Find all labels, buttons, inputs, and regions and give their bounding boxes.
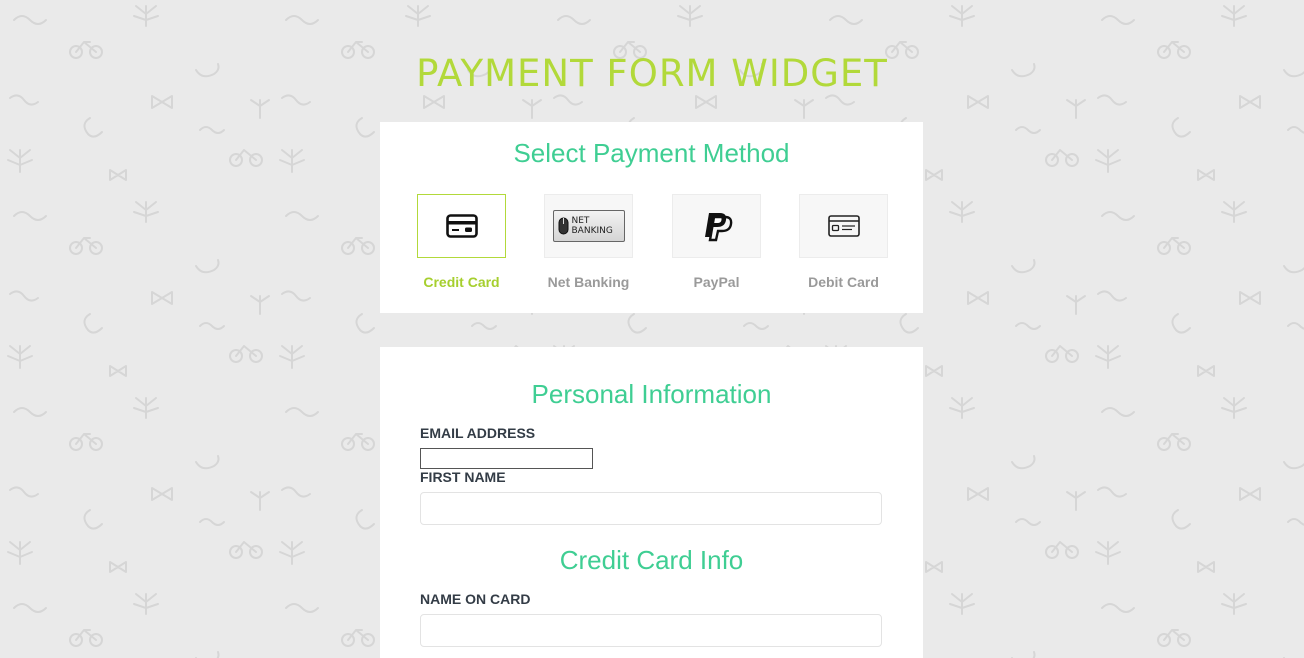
net-banking-badge-line-2: BANKING [571, 226, 613, 236]
method-net-banking-box[interactable]: NET BANKING [544, 194, 633, 258]
method-paypal-label: PayPal [693, 274, 740, 290]
method-net-banking[interactable]: NET BANKING Net Banking [544, 194, 633, 290]
first-name-label: FIRST NAME [420, 469, 506, 485]
method-debit-card-box[interactable] [799, 194, 888, 258]
mouse-icon [558, 217, 568, 235]
first-name-input[interactable] [420, 492, 882, 525]
payment-form-panel: Personal Information EMAIL ADDRESS FIRST… [380, 347, 923, 658]
page-title: PAYMENT FORM WIDGET [416, 52, 888, 95]
personal-information-heading: Personal Information [531, 379, 772, 409]
email-address-input[interactable] [420, 448, 593, 469]
credit-card-icon [445, 214, 478, 238]
method-credit-card[interactable]: Credit Card [417, 194, 506, 290]
method-debit-card[interactable]: Debit Card [799, 194, 888, 290]
net-banking-icon: NET BANKING [552, 210, 625, 242]
debit-card-icon [827, 215, 860, 237]
name-on-card-input[interactable] [420, 614, 882, 647]
method-paypal[interactable]: PayPal [672, 194, 761, 290]
method-credit-card-label: Credit Card [423, 274, 500, 290]
method-net-banking-label: Net Banking [547, 274, 630, 290]
method-paypal-box[interactable] [672, 194, 761, 258]
email-address-label: EMAIL ADDRESS [420, 425, 536, 441]
name-on-card-label: NAME ON CARD [420, 591, 531, 607]
method-debit-card-label: Debit Card [808, 274, 879, 290]
credit-card-info-heading: Credit Card Info [559, 545, 744, 575]
select-payment-method-heading: Select Payment Method [513, 138, 790, 168]
paypal-icon [704, 213, 732, 242]
net-banking-badge-line-1: NET [571, 216, 590, 226]
method-credit-card-box[interactable] [417, 194, 506, 258]
payment-method-panel: Select Payment Method Credit Card NET BA… [380, 122, 923, 313]
